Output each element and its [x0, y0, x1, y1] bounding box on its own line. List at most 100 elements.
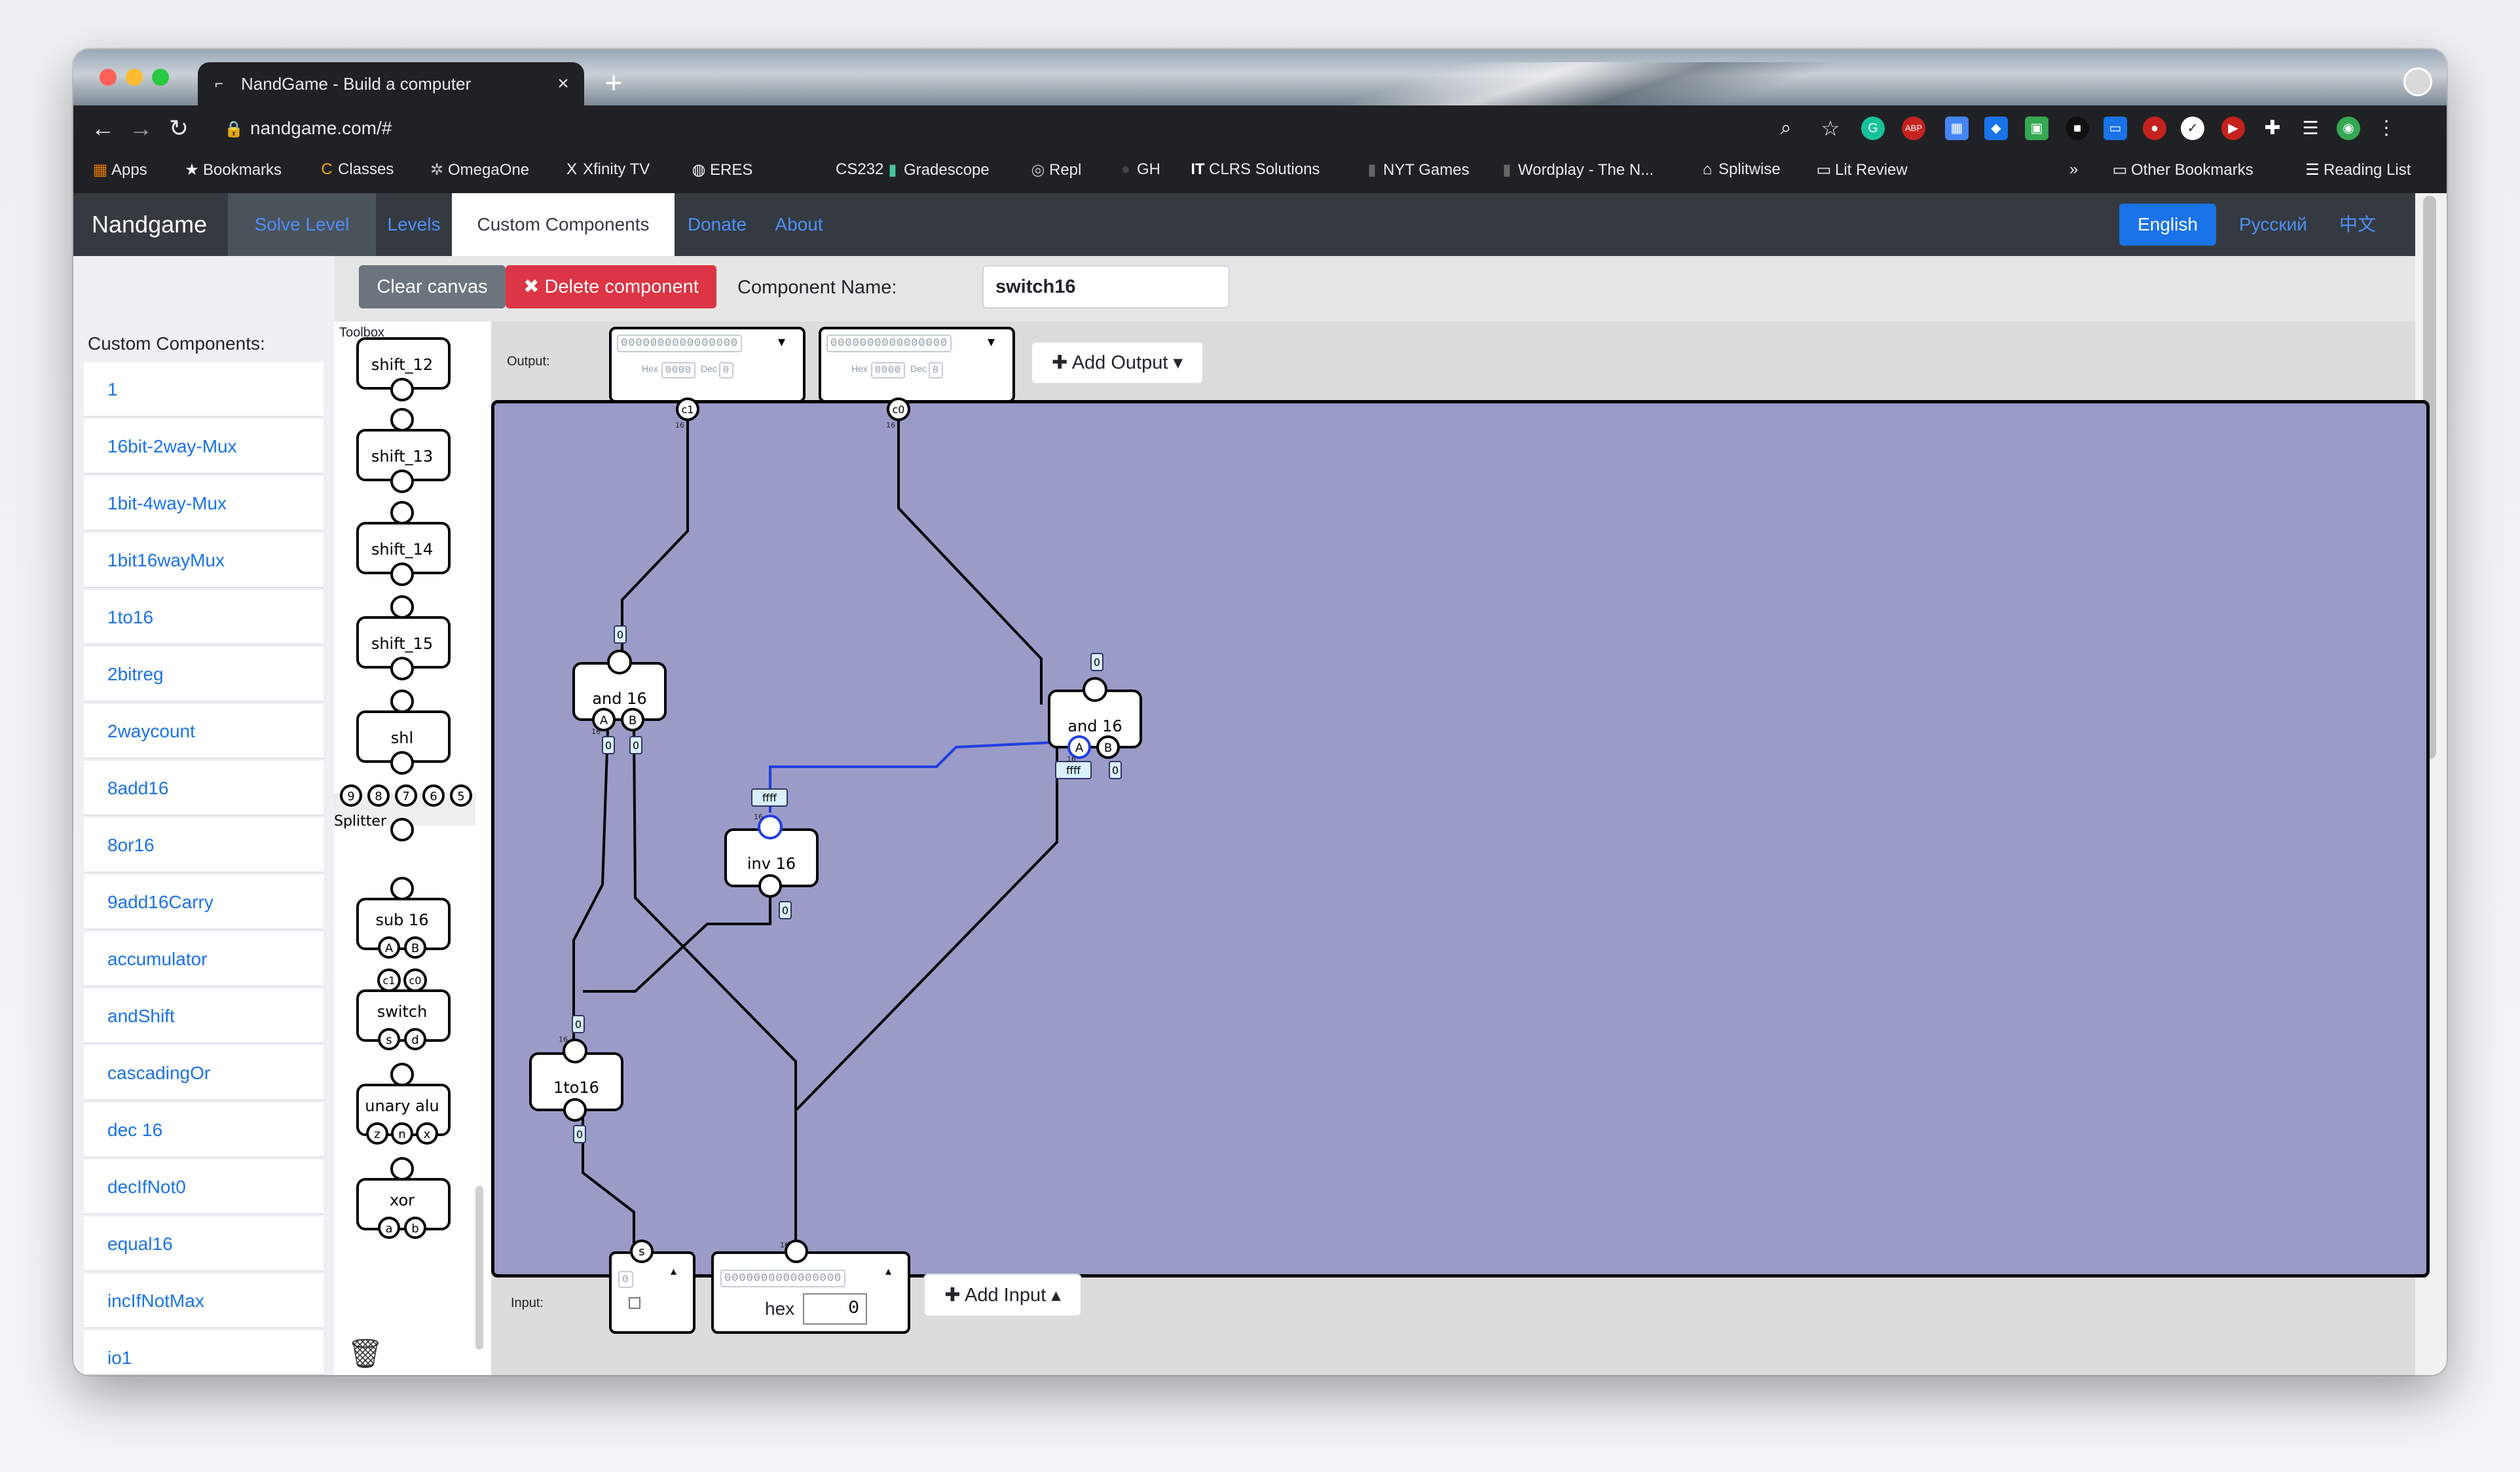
grammarly-extension-icon[interactable]: G: [1861, 117, 1885, 140]
pin-icon[interactable]: [758, 874, 782, 898]
toolbox-scrollbar[interactable]: [475, 1186, 483, 1350]
screen-extension-icon[interactable]: ▭: [2103, 117, 2127, 140]
toolbox-item-xor[interactable]: xor a b: [356, 1157, 451, 1239]
add-input-button[interactable]: ✚ Add Input ▴: [925, 1275, 1081, 1316]
add-output-button[interactable]: ✚ Add Output ▾: [1032, 342, 1202, 383]
brand-logo[interactable]: Nandgame: [92, 193, 207, 256]
toolbox-item-sub-16[interactable]: sub 16 A B: [356, 877, 451, 959]
zoom-search-icon[interactable]: ⌕: [1771, 113, 1801, 143]
pin-icon[interactable]: [563, 1098, 587, 1122]
nav-custom-components[interactable]: Custom Components: [452, 193, 675, 256]
pin-icon[interactable]: [390, 562, 414, 586]
sidebar-item[interactable]: 8add16: [84, 761, 324, 816]
toolbox-item-unary-alu[interactable]: unary alu z n x: [356, 1063, 451, 1145]
component-name-input[interactable]: switch16: [982, 265, 1230, 308]
lang-russian[interactable]: Русский: [2224, 204, 2322, 246]
profile-menu-icon[interactable]: [2403, 67, 2432, 96]
nav-levels[interactable]: Levels: [376, 193, 452, 256]
bookmarks-overflow-icon[interactable]: »: [2069, 160, 2078, 179]
close-window-button[interactable]: [100, 69, 117, 86]
toolbox-item-switch[interactable]: c1 c0 switch s d: [356, 968, 451, 1050]
toolbox-item-shift-15[interactable]: shift_15: [356, 595, 451, 680]
bookmark-gradescope[interactable]: ▮ Gradescope: [881, 160, 989, 179]
bookmark-xfinity[interactable]: X Xfinity TV: [561, 160, 650, 179]
component-and16-b[interactable]: and 16 A B 0 ffff 0: [1048, 653, 1142, 779]
notify-extension-icon[interactable]: ●: [2143, 117, 2166, 140]
bookmark-gh[interactable]: ● GH: [1115, 160, 1160, 179]
component-and16-a[interactable]: and 16 A B 0 0 0: [572, 625, 667, 754]
minimize-window-button[interactable]: [126, 69, 143, 86]
bookmark-classes[interactable]: C Classes: [316, 160, 394, 179]
pin-icon[interactable]: [390, 751, 414, 775]
sidebar-item[interactable]: 1bit-4way-Mux: [84, 476, 324, 531]
maximize-window-button[interactable]: [152, 69, 169, 86]
bookmark-omegaone[interactable]: ✲ OmegaOne: [426, 160, 529, 179]
sidebar-item[interactable]: incIfNotMax: [84, 1274, 324, 1329]
toolbox-item-splitter[interactable]: 9 8 7 6 5 Splitter: [334, 784, 475, 841]
sidebar-item[interactable]: 9add16Carry: [84, 875, 324, 930]
pin-icon[interactable]: [1083, 677, 1107, 702]
lang-chinese[interactable]: 中文: [2331, 204, 2384, 246]
sidebar-item[interactable]: accumulator: [84, 932, 324, 987]
sidebar-item[interactable]: 1to16: [84, 590, 324, 645]
sidebar-item[interactable]: andShift: [84, 989, 324, 1044]
component-1to16[interactable]: 1to16 0 0: [529, 1015, 623, 1143]
sidebar-item[interactable]: equal16: [84, 1217, 324, 1272]
hex-input[interactable]: 0: [803, 1293, 867, 1325]
browser-menu-icon[interactable]: ⋮: [2375, 117, 2398, 140]
input-caret-up-icon[interactable]: ▴: [671, 1264, 676, 1278]
bookmark-clrs[interactable]: IT CLRS Solutions: [1187, 160, 1320, 179]
lang-english[interactable]: English: [2119, 204, 2216, 246]
pin-icon[interactable]: [390, 378, 414, 401]
pin-icon[interactable]: [390, 690, 414, 713]
pin-icon[interactable]: [390, 408, 414, 432]
bookmark-lit-review[interactable]: ▭ Lit Review: [1813, 160, 1908, 179]
bookmark-cs232[interactable]: CS232: [813, 160, 883, 179]
extensions-puzzle-icon[interactable]: ✚: [2261, 117, 2284, 140]
pin-icon[interactable]: [390, 657, 414, 680]
sidebar-item[interactable]: 1bit16wayMux: [84, 533, 324, 588]
input-caret-up-icon[interactable]: ▴: [885, 1264, 891, 1278]
adblock-extension-icon[interactable]: ABP: [1902, 117, 1925, 140]
toolbox-item-shl[interactable]: shl: [356, 690, 451, 775]
calendar-extension-icon[interactable]: ▦: [1945, 117, 1969, 140]
reading-list-button[interactable]: ☰ Reading List: [2301, 160, 2411, 179]
pin-icon[interactable]: [390, 1157, 414, 1181]
input-pin-s[interactable]: s: [629, 1238, 655, 1264]
input-checkbox[interactable]: [629, 1297, 640, 1309]
grid-extension-icon[interactable]: ▣: [2025, 117, 2048, 140]
clear-canvas-button[interactable]: Clear canvas: [359, 265, 506, 308]
new-tab-icon[interactable]: +: [597, 66, 630, 99]
sidebar-item[interactable]: 16bit-2way-Mux: [84, 419, 324, 474]
nav-solve-level[interactable]: Solve Level: [228, 193, 376, 256]
bookmark-star-icon[interactable]: ☆: [1815, 113, 1845, 143]
bookmark-nyt-games[interactable]: ▮ NYT Games: [1361, 160, 1469, 179]
sidebar-item[interactable]: io1: [84, 1331, 324, 1375]
reading-list-toolbar-icon[interactable]: ☰: [2299, 117, 2322, 140]
pin-icon[interactable]: [390, 818, 414, 841]
input-node-hex[interactable]: 0000000000000000 ▴ hex 0: [711, 1251, 910, 1334]
sidebar-item[interactable]: cascadingOr: [84, 1046, 324, 1101]
bookmark-repl[interactable]: ◎ Repl: [1027, 160, 1082, 179]
sidebar-item[interactable]: decIfNot0: [84, 1160, 324, 1215]
trash-icon[interactable]: 🗑: [347, 1336, 384, 1371]
bookmark-apps[interactable]: ▦ Apps: [89, 160, 147, 179]
lock-extension-icon[interactable]: ■: [2066, 117, 2089, 140]
output-dropdown-icon[interactable]: ▾: [778, 333, 785, 350]
nav-donate[interactable]: Donate: [675, 193, 760, 256]
toolbox-item-shift-14[interactable]: shift_14: [356, 501, 451, 586]
pin-icon[interactable]: [607, 650, 632, 674]
bookmark-splitwise[interactable]: ⌂ Splitwise: [1696, 160, 1781, 179]
check-extension-icon[interactable]: ✓: [2181, 117, 2204, 140]
back-icon[interactable]: ←: [88, 113, 118, 143]
address-bar[interactable]: 🔒 nandgame.com/#: [224, 111, 1783, 146]
pin-icon[interactable]: [390, 1063, 414, 1086]
output-dropdown-icon[interactable]: ▾: [988, 333, 995, 350]
sidebar-item[interactable]: 2bitreg: [84, 647, 324, 702]
browser-tab[interactable]: ⌐ NandGame - Build a computer ×: [198, 62, 584, 105]
pin-icon[interactable]: [390, 501, 414, 524]
input-pin-hex[interactable]: [783, 1238, 809, 1264]
sidebar-item[interactable]: dec 16: [84, 1103, 324, 1158]
record-extension-icon[interactable]: ▶: [2221, 117, 2245, 140]
sidebar-item[interactable]: 8or16: [84, 818, 324, 873]
